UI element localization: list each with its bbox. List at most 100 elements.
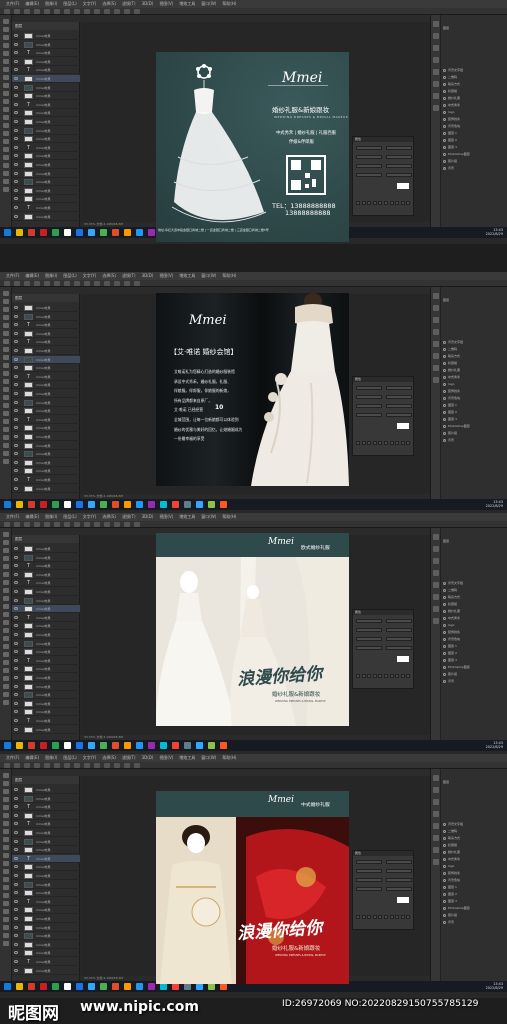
tool-icon[interactable] [3, 548, 9, 553]
alignment-button[interactable] [395, 915, 400, 919]
menu-item[interactable]: 文件(F) [6, 755, 19, 760]
menu-item[interactable]: 窗口(W) [201, 755, 216, 760]
tool-icon[interactable] [3, 684, 9, 689]
visibility-eye-icon[interactable] [14, 822, 18, 826]
dock-layer-row[interactable]: 中式秀禾 [443, 856, 505, 862]
property-field[interactable] [386, 646, 412, 650]
visibility-eye-icon[interactable] [14, 727, 18, 731]
tool-icon[interactable] [3, 845, 9, 850]
tool-icon[interactable] [3, 355, 9, 360]
dock-layer-row[interactable]: 图层 1 [443, 402, 505, 408]
property-field[interactable] [386, 628, 412, 632]
visibility-eye-icon[interactable] [443, 431, 446, 435]
visibility-eye-icon[interactable] [14, 839, 18, 843]
dock-layer-row[interactable]: 照片组 [443, 671, 505, 677]
visibility-eye-icon[interactable] [443, 665, 446, 669]
tool-icon[interactable] [3, 644, 9, 649]
visibility-eye-icon[interactable] [443, 424, 446, 428]
layer-row[interactable]: mmei效果 [12, 786, 80, 794]
visibility-eye-icon[interactable] [443, 340, 446, 344]
property-field[interactable] [356, 395, 382, 399]
tool-icon[interactable] [3, 861, 9, 866]
taskbar-app-icon[interactable] [148, 983, 155, 990]
dock-icon[interactable] [433, 305, 439, 311]
visibility-eye-icon[interactable] [443, 581, 446, 585]
tool-icon[interactable] [3, 885, 9, 890]
property-field[interactable] [386, 386, 412, 390]
tool-icon[interactable] [3, 339, 9, 344]
visibility-eye-icon[interactable] [14, 874, 18, 877]
dock-layer-row[interactable]: 装饰线条 [443, 116, 505, 122]
taskbar-app-icon[interactable] [88, 983, 95, 990]
layer-row[interactable]: Tmmei效果 [12, 373, 80, 381]
property-field[interactable] [386, 860, 412, 864]
visibility-eye-icon[interactable] [14, 615, 18, 619]
tool-icon[interactable] [3, 123, 9, 128]
option-icon[interactable] [4, 9, 10, 14]
tool-icon[interactable] [3, 869, 9, 874]
tool-icon[interactable] [3, 163, 9, 168]
taskbar-app-icon[interactable] [64, 742, 71, 749]
dock-layer-row[interactable]: 图层 3 [443, 416, 505, 422]
dock-layer-row[interactable]: 背景 [443, 437, 505, 443]
menu-item[interactable]: 滤镜(T) [122, 755, 136, 760]
dock-layer-row[interactable]: 图层 3 [443, 144, 505, 150]
visibility-eye-icon[interactable] [443, 82, 446, 86]
taskbar-clock[interactable]: 13:43 2022/8/29 [486, 500, 503, 508]
visibility-eye-icon[interactable] [443, 602, 446, 606]
option-icon[interactable] [4, 763, 10, 768]
visibility-eye-icon[interactable] [443, 836, 446, 840]
taskbar-app-icon[interactable] [148, 742, 155, 749]
dock-layer-row[interactable]: 背景文字组 [443, 580, 505, 586]
option-icon[interactable] [34, 281, 40, 286]
property-field[interactable] [386, 869, 412, 873]
visibility-eye-icon[interactable] [443, 857, 446, 861]
dock-icon[interactable] [433, 293, 439, 299]
menu-item[interactable]: 滤镜(T) [122, 273, 136, 278]
taskbar-app-icon[interactable] [220, 983, 227, 990]
properties-panel[interactable]: 属性 [352, 136, 414, 216]
option-icon[interactable] [134, 9, 140, 14]
visibility-eye-icon[interactable] [14, 719, 18, 722]
dock-icon[interactable] [433, 329, 439, 335]
dock-layer-row[interactable]: 装饰线条 [443, 629, 505, 635]
layer-row[interactable]: mmei效果 [12, 195, 80, 204]
menu-item[interactable]: 增效工具 [179, 1, 195, 6]
visibility-eye-icon[interactable] [14, 891, 18, 895]
dock-icon[interactable] [433, 859, 439, 865]
visibility-eye-icon[interactable] [443, 822, 446, 826]
option-icon[interactable] [24, 763, 30, 768]
dock-layer-row[interactable]: logo [443, 863, 505, 869]
layer-row[interactable]: mmei效果 [12, 795, 80, 803]
tool-icon[interactable] [3, 700, 9, 705]
option-icon[interactable] [44, 763, 50, 768]
tool-icon[interactable] [3, 331, 9, 336]
visibility-eye-icon[interactable] [14, 676, 18, 679]
properties-panel[interactable]: 属性 [352, 376, 414, 456]
visibility-eye-icon[interactable] [14, 865, 18, 869]
visibility-eye-icon[interactable] [443, 396, 446, 400]
visibility-eye-icon[interactable] [14, 42, 18, 46]
visibility-eye-icon[interactable] [14, 899, 18, 903]
dock-layer-row[interactable]: 二维码 [443, 74, 505, 80]
visibility-eye-icon[interactable] [14, 710, 18, 714]
menu-item[interactable]: 增效工具 [179, 514, 195, 519]
visibility-eye-icon[interactable] [14, 555, 18, 559]
taskbar-app-icon[interactable] [16, 229, 23, 236]
visibility-eye-icon[interactable] [14, 214, 18, 218]
dock-layer-row[interactable]: 背景文字组 [443, 339, 505, 345]
taskbar-app-icon[interactable] [64, 229, 71, 236]
dock-layer-row[interactable]: 图层 1 [443, 130, 505, 136]
option-icon[interactable] [54, 281, 60, 286]
visibility-eye-icon[interactable] [443, 878, 446, 882]
dock-layer-row[interactable]: 联系方式 [443, 835, 505, 841]
layer-row[interactable]: Tmmei效果 [12, 321, 80, 330]
taskbar-app-icon[interactable] [208, 983, 215, 990]
visibility-eye-icon[interactable] [14, 934, 18, 938]
dock-layer-row[interactable]: logo [443, 381, 505, 387]
taskbar-app-icon[interactable] [184, 742, 191, 749]
property-field[interactable] [356, 869, 382, 873]
layer-row[interactable]: mmei效果 [12, 390, 80, 398]
tool-icon[interactable] [3, 307, 9, 312]
layer-row[interactable]: mmei效果 [12, 605, 80, 614]
